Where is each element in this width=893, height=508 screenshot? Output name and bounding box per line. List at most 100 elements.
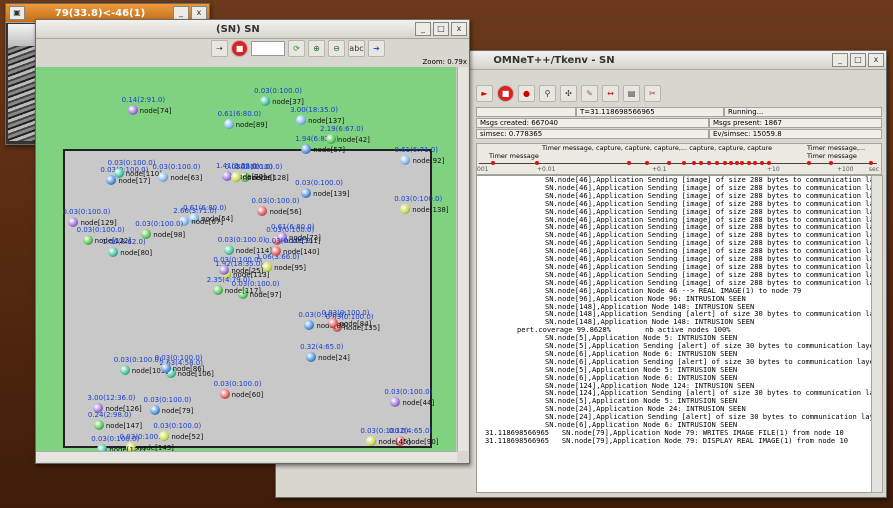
minimize-button[interactable]: _ xyxy=(173,6,189,20)
layout-icon[interactable]: ▤ xyxy=(623,84,640,102)
window-menu-icon[interactable]: ▣ xyxy=(9,6,25,20)
sensor-node-icon[interactable] xyxy=(119,365,130,376)
step-icon[interactable]: ► xyxy=(476,84,493,102)
labels-icon[interactable]: abc xyxy=(348,40,365,57)
zoom-in-icon[interactable]: ⊕ xyxy=(308,40,325,57)
timeline-tick: +0.01 xyxy=(537,166,556,173)
timeline-label: Timer message xyxy=(489,152,539,160)
sensor-node-icon[interactable] xyxy=(113,167,124,178)
sensor-node-icon[interactable] xyxy=(149,405,160,416)
sensor-node-icon[interactable] xyxy=(127,105,138,116)
node-label: node[95] xyxy=(274,264,306,273)
stop-icon[interactable]: ■ xyxy=(231,40,248,57)
sensor-node-icon[interactable] xyxy=(301,143,312,154)
log-output[interactable]: SN.node[46],Application Sending [image] … xyxy=(476,175,872,493)
node-value: 0.03(0:100.0) xyxy=(213,379,262,388)
minimize-button[interactable]: _ xyxy=(415,22,431,36)
node-label: node[80] xyxy=(120,248,153,257)
sn-network-window[interactable]: (SN) SN _ □ x ⇢ ■ ⟳ ⊕ ⊖ abc ➔ Zoom: 0.79… xyxy=(35,19,470,464)
timeline-icon[interactable]: ↔ xyxy=(602,84,619,102)
close-button[interactable]: x xyxy=(868,53,884,67)
node-label: node[45] xyxy=(378,437,411,446)
run-icon[interactable]: ⇢ xyxy=(211,40,228,57)
node-label: node[44] xyxy=(402,398,435,407)
sn-title: (SN) SN xyxy=(216,23,260,35)
find-icon[interactable]: ⚲ xyxy=(539,84,556,102)
network-canvas[interactable]: node[97] 0.03(0:100.0) node[17] 0.03(0:100.… xyxy=(36,67,457,451)
sensor-node-icon[interactable] xyxy=(212,285,223,296)
node-value: 0.03(0:100.0) xyxy=(143,396,192,405)
ev-simsec: Ev/simsec: 15059.8 xyxy=(709,129,882,139)
timeline-tick: +10 xyxy=(767,166,780,173)
node-label: node[98] xyxy=(153,230,186,239)
options-icon[interactable]: ✂ xyxy=(644,84,661,102)
node-label: node[56] xyxy=(269,207,302,216)
node-value: 0.03(0:100.0) xyxy=(76,226,125,235)
close-button[interactable]: x xyxy=(451,22,467,36)
node-label: node[117] xyxy=(224,287,262,296)
timeline-label: Timer message,... Timer message xyxy=(807,144,866,160)
log-scrollbar[interactable] xyxy=(871,175,883,493)
node-value: 0.61(6:80.0) xyxy=(217,110,262,119)
node-value: 0.14(2:91.0) xyxy=(121,96,166,105)
node-label: node[147] xyxy=(105,422,143,431)
node-label: node[52] xyxy=(171,433,204,442)
sensor-node-icon[interactable] xyxy=(326,134,337,145)
sensor-node-icon[interactable] xyxy=(223,245,234,256)
maximize-button[interactable]: □ xyxy=(850,53,866,67)
node-label: node[86] xyxy=(172,364,205,373)
sensor-node-icon[interactable] xyxy=(260,95,271,106)
sensor-node-icon[interactable] xyxy=(68,216,79,227)
timeline-event-marker xyxy=(645,161,649,165)
timeline-event-marker xyxy=(627,161,631,165)
node-label: node[63] xyxy=(170,174,203,183)
timeline-event-marker xyxy=(723,161,727,165)
timeline-event-marker xyxy=(767,161,771,165)
timeline-event-marker xyxy=(869,161,873,165)
sensor-node-icon[interactable] xyxy=(160,362,171,373)
arrow-icon[interactable]: ➔ xyxy=(368,40,385,57)
sensor-node-icon[interactable] xyxy=(296,114,307,125)
sn-titlebar[interactable]: (SN) SN _ □ x xyxy=(36,20,469,39)
node-value: 0.03(0:100.0) xyxy=(265,236,313,245)
canvas-vertical-scrollbar[interactable] xyxy=(457,67,468,451)
msgs-created: Msgs created: 667040 xyxy=(476,118,709,128)
refresh-icon[interactable]: ⟳ xyxy=(288,40,305,57)
sensor-node-icon[interactable] xyxy=(230,171,241,182)
objects-icon[interactable]: ✎ xyxy=(581,84,598,102)
maximize-button[interactable]: □ xyxy=(433,22,449,36)
node-value: 0.03(0:100.0) xyxy=(107,158,156,167)
stop-icon[interactable]: ■ xyxy=(497,84,514,102)
speed-field[interactable] xyxy=(251,41,285,56)
timeline-tick: sec xyxy=(868,166,879,173)
canvas-horizontal-scrollbar[interactable] xyxy=(36,451,457,462)
node-label: node[122] xyxy=(94,237,131,246)
minimize-button[interactable]: _ xyxy=(832,53,848,67)
sensor-node-icon[interactable] xyxy=(223,119,234,130)
sensor-node-icon[interactable] xyxy=(327,317,338,328)
node-value: 0.03(0:100.0) xyxy=(62,207,111,216)
node-label: node[25] xyxy=(231,267,264,276)
node-value: 0.03(0:100.0) xyxy=(384,387,433,396)
sensor-node-icon[interactable] xyxy=(141,228,152,239)
close-button[interactable]: x xyxy=(191,6,207,20)
sensor-node-icon[interactable] xyxy=(271,245,282,256)
event-timeline[interactable]: Timer message Timer message, capture, ca… xyxy=(476,143,882,175)
timeline-label: Timer message, capture, capture, capture… xyxy=(542,144,772,152)
timeline-event-marker xyxy=(491,161,495,165)
node-value: 0.03(0:100.0) xyxy=(153,422,202,431)
node-value: 0.24(2:98.0) xyxy=(87,411,132,420)
timeline-event-marker xyxy=(692,161,696,165)
network-icon[interactable]: ✣ xyxy=(560,84,577,102)
status-row-3: simsec: 0.778365 Ev/simsec: 15059.8 xyxy=(476,129,882,139)
node-label: node[74] xyxy=(139,107,172,116)
record-icon[interactable]: ● xyxy=(518,84,535,102)
node-value: 0.03(0:100.0) xyxy=(152,163,201,172)
zoom-out-icon[interactable]: ⊖ xyxy=(328,40,345,57)
timeline-event-marker xyxy=(535,161,539,165)
node-value: 0.61(6:71.0) xyxy=(394,146,438,155)
node-value: 3.00(12:36.0) xyxy=(87,394,136,403)
sensor-node-icon[interactable] xyxy=(219,388,230,399)
node-value: 0.03(0:100.0) xyxy=(321,308,370,317)
sn-toolbar: ⇢ ■ ⟳ ⊕ ⊖ abc ➔ xyxy=(211,40,385,57)
